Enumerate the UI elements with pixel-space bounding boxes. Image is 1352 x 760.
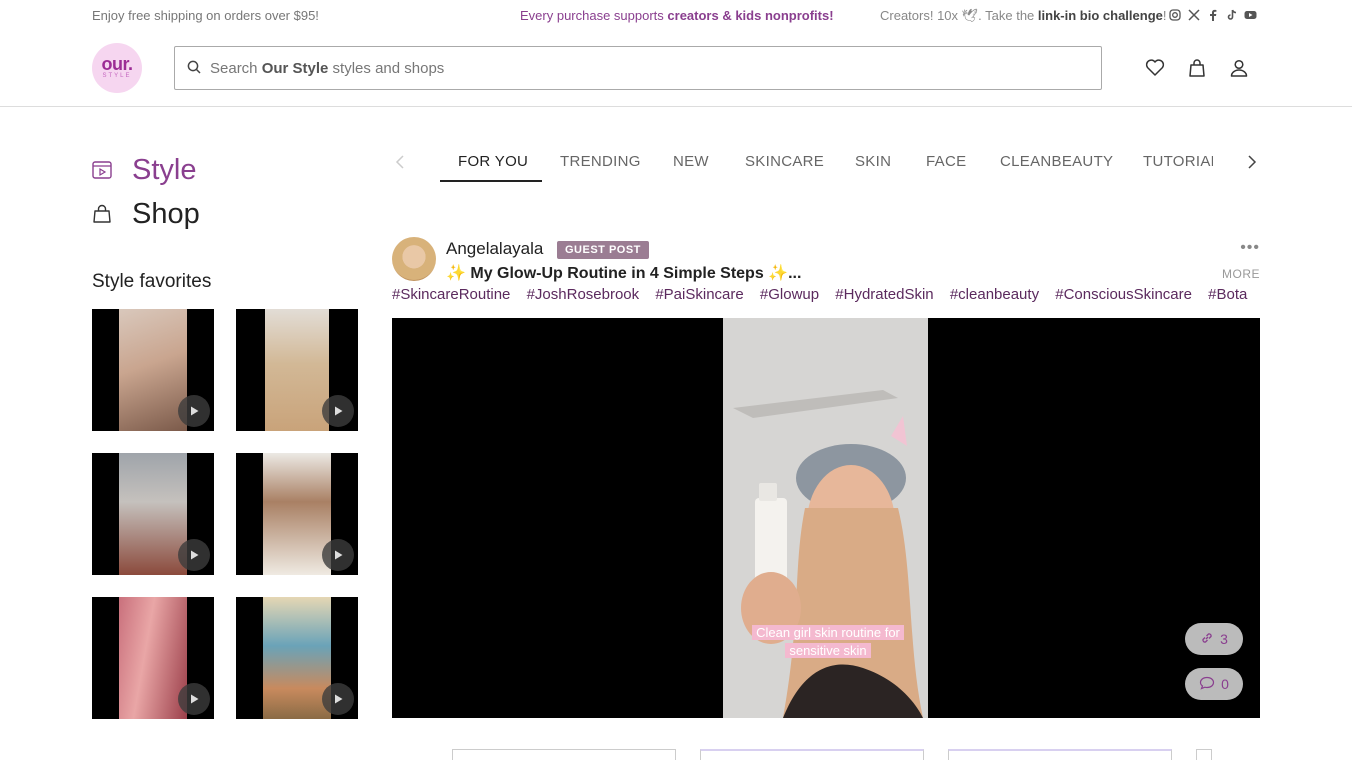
mission-link[interactable]: Every purchase supports creators & kids … (520, 8, 834, 23)
search-input[interactable]: Search Our Style styles and shops (174, 46, 1102, 90)
category-tabs: FOR YOU TRENDING NEW SKINCARE SKIN FACE … (392, 140, 1260, 184)
search-placeholder-bold: Our Style (261, 60, 329, 77)
chevron-left-icon[interactable] (394, 154, 406, 175)
style-favorites-heading: Style favorites (92, 271, 212, 292)
favorite-thumbnail[interactable] (236, 453, 358, 575)
site-header: our. STYLE Search Our Style styles and s… (0, 30, 1352, 107)
favorite-image (263, 453, 331, 575)
video-frame: Clean girl skin routine for sensitive sk… (723, 318, 928, 718)
hashtag-link[interactable]: #ConsciousSkincare (1055, 286, 1192, 303)
tab-new[interactable]: NEW (673, 153, 709, 170)
product-card[interactable] (700, 749, 924, 760)
side-navigation: Style Shop (92, 148, 200, 236)
tab-skin[interactable]: SKIN (855, 153, 891, 170)
social-links (1168, 8, 1257, 21)
hashtag-link[interactable]: #SkincareRoutine (392, 286, 510, 303)
product-card[interactable] (452, 749, 676, 760)
youtube-icon[interactable] (1244, 8, 1257, 21)
play-icon (322, 539, 354, 571)
hashtag-link[interactable]: #JoshRosebrook (527, 286, 640, 303)
links-count-button[interactable]: 3 (1185, 623, 1243, 655)
caption-line-1: Clean girl skin routine for (752, 625, 904, 640)
post-hashtags: #SkincareRoutine #JoshRosebrook #PaiSkin… (392, 286, 1260, 306)
hashtag-link[interactable]: #PaiSkincare (655, 286, 743, 303)
tab-skincare[interactable]: SKINCARE (745, 153, 824, 170)
user-icon[interactable] (1228, 57, 1250, 79)
favorite-thumbnail[interactable] (92, 597, 214, 719)
more-options-icon[interactable]: ••• (1240, 239, 1260, 257)
instagram-icon[interactable] (1168, 8, 1181, 21)
author-avatar[interactable] (392, 237, 436, 281)
favorite-thumbnail[interactable] (92, 309, 214, 431)
site-logo[interactable]: our. STYLE (92, 43, 142, 93)
video-caption: Clean girl skin routine for sensitive sk… (743, 624, 913, 660)
play-icon (178, 395, 210, 427)
play-icon (178, 683, 210, 715)
nav-style-label: Style (132, 153, 197, 186)
comment-icon (1199, 676, 1215, 693)
search-icon (187, 60, 201, 79)
mission-text: Every purchase supports (520, 8, 668, 23)
product-card[interactable] (1196, 749, 1212, 760)
hashtag-link[interactable]: #cleanbeauty (950, 286, 1039, 303)
product-card[interactable] (948, 749, 1172, 760)
link-icon (1200, 631, 1214, 648)
tab-tutorial[interactable]: TUTORIAL (1143, 153, 1213, 170)
post-title: ✨ My Glow-Up Routine in 4 Simple Steps ✨… (446, 265, 802, 282)
creators-suffix: ! (1162, 8, 1167, 23)
nav-shop-label: Shop (132, 197, 200, 230)
comments-count-button[interactable]: 0 (1185, 668, 1243, 700)
comments-count: 0 (1221, 676, 1229, 692)
links-count: 3 (1220, 631, 1228, 647)
shipping-notice: Enjoy free shipping on orders over $95! (92, 8, 319, 23)
tiktok-icon[interactable] (1225, 8, 1238, 21)
facebook-icon[interactable] (1206, 8, 1219, 21)
creators-text: Creators! 10x 🕊. Take the (880, 8, 1038, 23)
play-icon (178, 539, 210, 571)
x-icon[interactable] (1187, 8, 1200, 21)
logo-subtitle: STYLE (102, 73, 132, 79)
tab-face[interactable]: FACE (926, 153, 966, 170)
favorite-thumbnail[interactable] (92, 453, 214, 575)
search-placeholder-prefix: Search (210, 60, 262, 77)
search-placeholder-suffix: styles and shops (328, 60, 445, 77)
bag-icon[interactable] (1186, 57, 1208, 79)
favorite-image (119, 597, 187, 719)
bag-icon (92, 204, 114, 224)
style-play-icon (92, 160, 114, 180)
nav-shop[interactable]: Shop (92, 192, 200, 236)
caption-line-2: sensitive skin (785, 643, 871, 658)
play-icon (322, 683, 354, 715)
favorite-thumbnail[interactable] (236, 597, 358, 719)
play-icon (322, 395, 354, 427)
creators-bold-text: link-in bio challenge (1037, 8, 1163, 23)
mission-bold-text: creators & kids nonprofits! (667, 8, 834, 23)
active-tab-indicator (440, 180, 542, 182)
favorite-image (263, 597, 331, 719)
post-video-player[interactable]: Clean girl skin routine for sensitive sk… (392, 318, 1260, 718)
tab-trending[interactable]: TRENDING (560, 153, 641, 170)
nav-style[interactable]: Style (92, 148, 200, 192)
post-author[interactable]: Angelalayala (446, 239, 543, 259)
hashtag-link[interactable]: #Bota (1208, 286, 1247, 303)
more-link[interactable]: MORE (1222, 267, 1260, 281)
tab-cleanbeauty[interactable]: CLEANBEAUTY (1000, 153, 1113, 170)
chevron-right-icon[interactable] (1246, 154, 1258, 175)
favorite-thumbnail[interactable] (236, 309, 358, 431)
logo-wordmark: our. (101, 54, 133, 74)
favorite-image (119, 453, 187, 575)
heart-icon[interactable] (1144, 57, 1166, 79)
favorite-image (119, 309, 187, 431)
creators-challenge-link[interactable]: Creators! 10x 🕊. Take the link-in bio ch… (880, 8, 1167, 24)
search-placeholder: Search Our Style styles and shops (210, 60, 444, 77)
announcement-bar: Enjoy free shipping on orders over $95! … (0, 0, 1352, 30)
hashtag-link[interactable]: #Glowup (760, 286, 819, 303)
hashtag-link[interactable]: #HydratedSkin (835, 286, 933, 303)
favorite-image (265, 309, 329, 431)
tab-for-you[interactable]: FOR YOU (458, 153, 528, 170)
guest-post-badge: GUEST POST (557, 241, 649, 259)
